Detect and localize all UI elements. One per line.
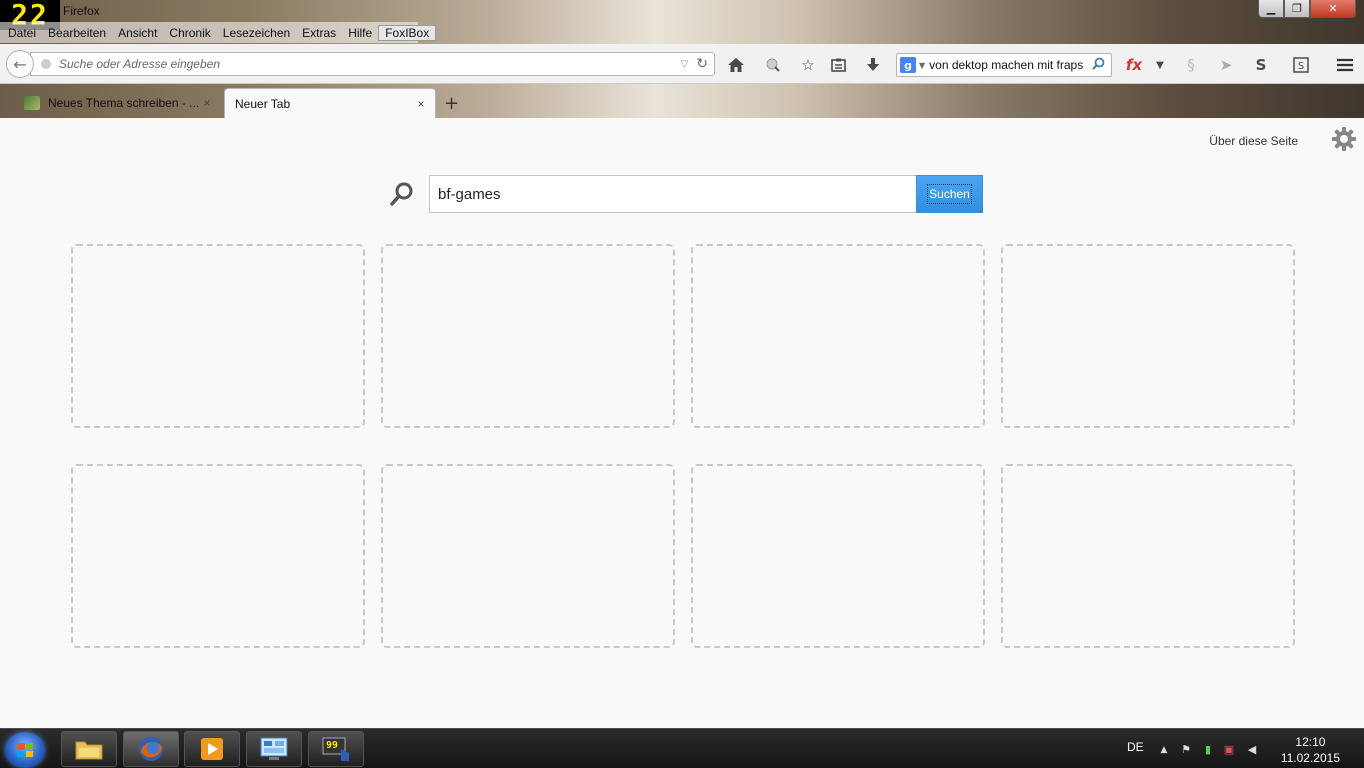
new-tab-button[interactable]: +: [444, 93, 459, 114]
reading-list-icon[interactable]: [829, 56, 847, 74]
engine-dropdown-icon[interactable]: ▼: [919, 61, 925, 70]
window-controls: ▁ ❐ ✕: [1258, 0, 1356, 18]
language-indicator[interactable]: DE: [1127, 740, 1144, 754]
network-icon[interactable]: ▮: [1201, 743, 1215, 757]
taskbar-fraps[interactable]: 99: [308, 731, 364, 767]
reload-icon[interactable]: ↻: [696, 56, 708, 72]
folder-icon: [75, 741, 103, 760]
addon-send-icon[interactable]: ➤: [1217, 56, 1235, 74]
clock-time: 12:10: [1295, 735, 1326, 749]
clock[interactable]: 12:10 11.02.2015: [1281, 734, 1340, 766]
taskbar-control-panel[interactable]: [246, 731, 302, 767]
empty-tile[interactable]: [71, 244, 365, 428]
menu-bearbeiten[interactable]: Bearbeiten: [42, 26, 112, 40]
clock-date: 11.02.2015: [1280, 751, 1340, 765]
fraps-icon: 99: [322, 737, 349, 761]
gear-icon[interactable]: [1331, 126, 1357, 152]
tab-close-icon[interactable]: ×: [413, 97, 429, 111]
menu-foxibox[interactable]: FoxIBox: [378, 24, 437, 41]
empty-tile[interactable]: [1001, 244, 1295, 428]
new-tab-page: Über diese Seite Suchen: [0, 118, 1364, 728]
addon-sync-icon[interactable]: §: [1182, 56, 1200, 74]
taskbar-explorer[interactable]: [61, 731, 117, 767]
hamburger-menu-icon[interactable]: [1336, 56, 1354, 74]
site-identity-icon[interactable]: [41, 59, 51, 69]
empty-tile[interactable]: [691, 244, 985, 428]
url-history-dropdown-icon[interactable]: ▽: [681, 59, 689, 70]
svg-text:S: S: [1298, 61, 1304, 72]
menu-datei[interactable]: Datei: [2, 26, 42, 40]
magnifier-icon: [389, 181, 415, 207]
menu-hilfe[interactable]: Hilfe: [342, 26, 378, 40]
menu-bar: Datei Bearbeiten Ansicht Chronik Lesezei…: [0, 22, 437, 43]
empty-tile[interactable]: [71, 464, 365, 648]
home-icon[interactable]: [727, 56, 745, 74]
search-bar[interactable]: g ▼ von dektop machen mit fraps: [896, 53, 1112, 77]
navigation-toolbar: ▽ ↻ ← ☆ fx ▼ § ➤ S S: [0, 44, 1364, 84]
google-engine-icon[interactable]: g: [900, 57, 916, 73]
fraps-badge: 99: [326, 740, 338, 751]
action-center-flag-icon[interactable]: ⚑: [1179, 743, 1193, 757]
forum-favicon-icon: [24, 96, 40, 110]
addon-screenshot-icon[interactable]: S: [1292, 56, 1310, 74]
downloads-icon[interactable]: [864, 56, 882, 74]
media-player-icon: [201, 738, 223, 760]
empty-tile[interactable]: [1001, 464, 1295, 648]
new-tab-search-input[interactable]: [429, 175, 917, 213]
tab-neues-thema[interactable]: Neues Thema schreiben - ... ×: [14, 88, 221, 118]
windows-taskbar: 99 DE ▲ ⚑ ▮ ▣ ◀ 12:10 11.02.2015: [0, 728, 1364, 768]
new-tab-search: Suchen: [389, 175, 983, 213]
search-bar-input[interactable]: von dektop machen mit fraps: [929, 58, 1092, 72]
tab-neuer-tab[interactable]: Neuer Tab ×: [224, 88, 436, 118]
device-icon[interactable]: ▣: [1222, 743, 1236, 757]
search-go-icon[interactable]: [1092, 57, 1105, 74]
menu-ansicht[interactable]: Ansicht: [112, 26, 163, 40]
maximize-button[interactable]: ❐: [1284, 0, 1310, 18]
addon-dropdown-icon[interactable]: ▼: [1151, 56, 1169, 74]
menu-lesezeichen[interactable]: Lesezeichen: [217, 26, 296, 40]
empty-tile[interactable]: [381, 244, 675, 428]
close-window-button[interactable]: ✕: [1310, 0, 1356, 18]
empty-tile[interactable]: [381, 464, 675, 648]
volume-icon[interactable]: ◀: [1245, 743, 1259, 757]
menu-extras[interactable]: Extras: [296, 26, 342, 40]
addon-s-icon[interactable]: S: [1252, 56, 1270, 74]
about-page-link[interactable]: Über diese Seite: [1209, 134, 1298, 148]
empty-tile[interactable]: [691, 464, 985, 648]
taskbar-firefox[interactable]: [123, 731, 179, 767]
tab-label: Neuer Tab: [235, 96, 291, 111]
search-addon-icon[interactable]: [764, 56, 782, 74]
taskbar-media-player[interactable]: [184, 731, 240, 767]
addon-red-x-icon[interactable]: fx: [1125, 56, 1143, 74]
search-submit-label: Suchen: [927, 184, 972, 204]
window-title: Firefox: [63, 4, 100, 18]
url-bar[interactable]: ▽ ↻: [30, 52, 715, 76]
minimize-button[interactable]: ▁: [1258, 0, 1284, 18]
back-arrow-icon: ←: [13, 54, 27, 74]
search-submit-button[interactable]: Suchen: [916, 175, 983, 213]
firefox-icon: [139, 737, 163, 761]
tab-label: Neues Thema schreiben - ...: [48, 96, 199, 110]
system-tray: DE ▲ ⚑ ▮ ▣ ◀ 12:10 11.02.2015: [1114, 729, 1364, 768]
tab-close-icon[interactable]: ×: [199, 96, 215, 110]
control-panel-icon: [260, 737, 288, 760]
menu-chronik[interactable]: Chronik: [163, 26, 216, 40]
windows-logo-icon: [17, 743, 33, 757]
start-button[interactable]: [5, 732, 45, 768]
show-hidden-icons-icon[interactable]: ▲: [1157, 743, 1171, 757]
back-button[interactable]: ←: [6, 50, 34, 78]
tab-strip: Neues Thema schreiben - ... × Neuer Tab …: [0, 85, 1364, 118]
bookmark-star-icon[interactable]: ☆: [799, 56, 817, 74]
url-input[interactable]: [59, 57, 681, 71]
